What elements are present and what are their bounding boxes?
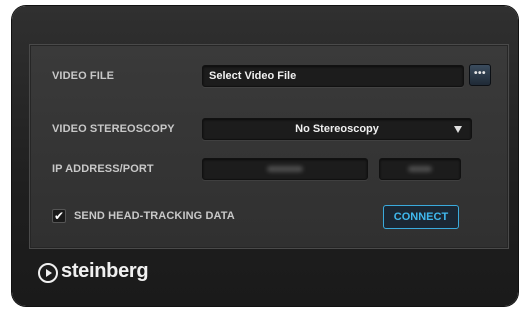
steinberg-logo: steinberg (61, 260, 149, 282)
connect-button[interactable]: CONNECT (383, 205, 459, 229)
video-file-label: VIDEO FILE (52, 70, 115, 82)
ellipsis-icon: ••• (473, 68, 486, 79)
ip-address-value-blurred (267, 166, 303, 172)
chevron-down-icon (454, 126, 462, 133)
video-file-value: Select Video File (209, 70, 297, 82)
video-stereoscopy-label: VIDEO STEREOSCOPY (52, 123, 175, 135)
play-circle-icon (38, 263, 58, 283)
port-input[interactable] (379, 158, 461, 180)
port-value-blurred (408, 166, 432, 172)
send-head-tracking-checkbox[interactable]: ✔ (52, 209, 66, 223)
video-connect-window: VIDEO FILE Select Video File ••• VIDEO S… (12, 6, 518, 306)
stereoscopy-dropdown[interactable]: No Stereoscopy (202, 118, 472, 140)
browse-button[interactable]: ••• (469, 64, 491, 86)
settings-panel: VIDEO FILE Select Video File ••• VIDEO S… (29, 44, 509, 249)
stereoscopy-value: No Stereoscopy (295, 123, 379, 135)
checkmark-icon: ✔ (53, 209, 65, 223)
video-file-field[interactable]: Select Video File (202, 65, 464, 87)
send-head-tracking-label: SEND HEAD-TRACKING DATA (74, 210, 235, 222)
ip-address-port-label: IP ADDRESS/PORT (52, 163, 154, 175)
ip-address-input[interactable] (202, 158, 368, 180)
connect-button-label: CONNECT (393, 211, 449, 223)
